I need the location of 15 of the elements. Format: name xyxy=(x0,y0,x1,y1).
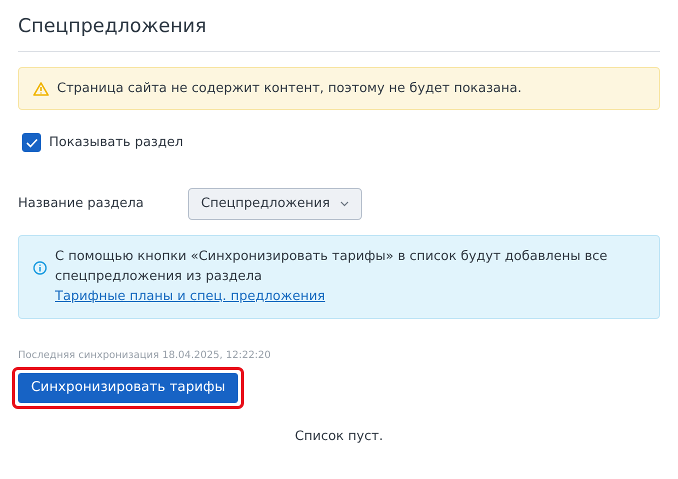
warning-text: Страница сайта не содержит контент, поэтому не будет показана. xyxy=(57,80,522,98)
section-title: Спецпредложения xyxy=(18,14,208,39)
section-dropdown[interactable]: Спецпредложения xyxy=(188,188,362,220)
warning-icon xyxy=(33,82,49,96)
info-text: С помощью кнопки «Синхронизировать тарифы» в список будут добавлены все спецпредложения из раздела xyxy=(55,248,608,286)
last-sync-text: Последняя синхронизация 18.04.2025, 12:22:20 xyxy=(18,348,272,362)
field-label: Название раздела xyxy=(18,194,145,213)
section-link[interactable]: Тарифные планы и спец. предложения xyxy=(55,288,326,304)
info-icon xyxy=(33,260,47,274)
sync-button[interactable]: Синхронизировать тарифы xyxy=(18,372,238,402)
checkbox[interactable] xyxy=(22,133,41,152)
checkbox-label: Показывать раздел xyxy=(49,134,184,152)
empty-list-text: Список пуст. xyxy=(294,428,384,446)
chevron-down-icon xyxy=(340,200,349,206)
check-icon xyxy=(26,138,38,148)
